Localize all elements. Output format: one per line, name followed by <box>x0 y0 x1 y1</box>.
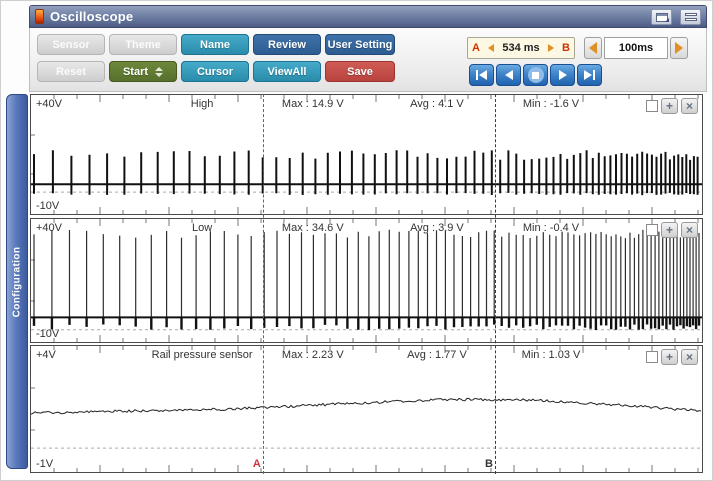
cursor-b-label: B <box>485 458 493 470</box>
ab-time-value: 534 ms <box>502 42 539 54</box>
channel-close-button[interactable]: × <box>681 349 698 365</box>
cursor-a-tag: A <box>472 42 480 54</box>
channel-top-voltage: +40V <box>36 222 62 234</box>
skip-to-start-button[interactable] <box>469 64 494 86</box>
cursor-a-label: A <box>253 458 261 470</box>
theme-button[interactable]: Theme <box>109 34 177 55</box>
plot-area: +40V High Max : 14.9 V Avg : 4.1 V Min :… <box>30 94 703 474</box>
cursor-a-line[interactable] <box>263 94 264 474</box>
timebase-decrease-button[interactable] <box>584 37 602 59</box>
channel-zoom-button[interactable]: + <box>661 98 678 114</box>
channel-checkbox[interactable] <box>646 100 658 112</box>
channel-checkbox[interactable] <box>646 351 658 363</box>
channel-zoom-button[interactable]: + <box>661 349 678 365</box>
left-arrow-icon <box>589 42 597 54</box>
play-triangle-icon <box>559 70 567 80</box>
channel-min: Min : 1.03 V <box>522 349 581 361</box>
playback-controls <box>469 64 602 86</box>
cursor-b-tag: B <box>562 42 570 54</box>
play-triangle-icon <box>584 70 592 80</box>
cursor-button[interactable]: Cursor <box>181 61 249 82</box>
popup-window-icon[interactable] <box>651 9 672 25</box>
back-triangle-icon <box>505 70 513 80</box>
channel-name: High <box>191 98 214 110</box>
stop-button[interactable] <box>523 64 548 86</box>
play-button[interactable] <box>550 64 575 86</box>
toolbar: Sensor Theme Name Review User Setting Re… <box>29 28 707 92</box>
b-right-arrow-icon <box>548 44 554 52</box>
title-bar: Oscilloscope <box>29 5 707 28</box>
right-arrow-icon <box>675 42 683 54</box>
app-icon <box>35 9 44 24</box>
channel-low-panel: +40V Low Max : 34.6 V Avg : 3.9 V Min : … <box>30 218 703 343</box>
sensor-button[interactable]: Sensor <box>37 34 105 55</box>
channel-min: Min : -1.6 V <box>523 98 579 110</box>
channel-bottom-voltage: -10V <box>36 328 59 340</box>
bar-icon <box>476 70 478 80</box>
name-button[interactable]: Name <box>181 34 249 55</box>
reset-button[interactable]: Reset <box>37 61 105 82</box>
channel-name: Rail pressure sensor <box>152 349 253 361</box>
start-button-label: Start <box>123 66 148 78</box>
window-title: Oscilloscope <box>50 9 133 24</box>
scope-area: Configuration +40V High Max : 14.9 V Avg… <box>5 94 709 478</box>
channel-avg: Avg : 1.77 V <box>407 349 467 361</box>
channel-bottom-voltage: -10V <box>36 200 59 212</box>
viewall-button[interactable]: ViewAll <box>253 61 321 82</box>
configuration-tab-label: Configuration <box>12 246 23 317</box>
channel-max: Max : 14.9 V <box>282 98 344 110</box>
configuration-tab[interactable]: Configuration <box>6 94 28 469</box>
user-setting-button[interactable]: User Setting <box>325 34 395 55</box>
ab-time-readout[interactable]: A 534 ms B <box>467 37 575 59</box>
skip-to-end-button[interactable] <box>577 64 602 86</box>
channel-top-voltage: +4V <box>36 349 56 361</box>
cursor-b-line[interactable] <box>495 94 496 474</box>
channel-high-panel: +40V High Max : 14.9 V Avg : 4.1 V Min :… <box>30 94 703 215</box>
channel-top-voltage: +40V <box>36 98 62 110</box>
channel-rail-pressure-panel: +4V Rail pressure sensor Max : 2.23 V Av… <box>30 345 703 473</box>
channel-min: Min : -0.4 V <box>523 222 579 234</box>
channel-avg: Avg : 4.1 V <box>410 98 464 110</box>
bar-icon <box>593 70 595 80</box>
review-button[interactable]: Review <box>253 34 321 55</box>
start-button[interactable]: Start <box>109 61 177 82</box>
a-left-arrow-icon <box>488 44 494 52</box>
start-spinner-icon <box>155 67 163 77</box>
stop-icon <box>528 67 544 83</box>
save-button[interactable]: Save <box>325 61 395 82</box>
channel-zoom-button[interactable]: + <box>661 222 678 238</box>
channel-checkbox[interactable] <box>646 224 658 236</box>
channel-avg: Avg : 3.9 V <box>410 222 464 234</box>
timebase-value-input[interactable] <box>604 37 668 59</box>
waveform-rail-pressure <box>31 346 702 472</box>
timebase-increase-button[interactable] <box>670 37 688 59</box>
waveform-high <box>31 95 702 214</box>
channel-name: Low <box>192 222 212 234</box>
channel-bottom-voltage: -1V <box>36 458 53 470</box>
tile-windows-icon[interactable] <box>680 9 701 25</box>
channel-max: Max : 34.6 V <box>282 222 344 234</box>
back-triangle-icon <box>479 70 487 80</box>
channel-close-button[interactable]: × <box>681 98 698 114</box>
step-back-button[interactable] <box>496 64 521 86</box>
oscilloscope-window: Oscilloscope Sensor Theme Name Review Us… <box>0 0 713 481</box>
channel-max: Max : 2.23 V <box>282 349 344 361</box>
waveform-low <box>31 219 702 342</box>
channel-close-button[interactable]: × <box>681 222 698 238</box>
